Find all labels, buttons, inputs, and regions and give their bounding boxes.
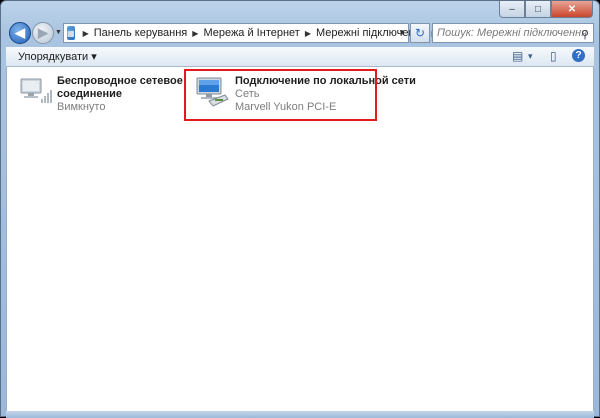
navigation-bar: ◀ ▶ ▼ ▦ ▶ Панель керування ▶ Мережа й Ін…: [7, 21, 595, 47]
organize-button[interactable]: Упорядкувати ▾: [18, 50, 97, 63]
connection-status: Вимкнуто: [57, 101, 106, 113]
refresh-button[interactable]: ↻: [410, 23, 430, 43]
view-options-chevron-down-icon[interactable]: ▾: [528, 51, 533, 62]
preview-pane-icon[interactable]: ▯: [550, 49, 557, 63]
organize-label: Упорядкувати: [18, 51, 89, 63]
recent-pages-dropdown-icon[interactable]: ▼: [55, 29, 62, 36]
explorer-window: – □ ✕ ◀ ▶ ▼ ▦ ▶ Панель керування ▶ Мереж…: [0, 0, 600, 418]
change-view-icon[interactable]: ▤: [512, 49, 523, 63]
selection-highlight-frame: [184, 69, 377, 121]
connection-name: Беспроводное сетевое соединение: [57, 75, 183, 100]
breadcrumb-separator-icon[interactable]: ▶: [192, 29, 198, 38]
search-icon[interactable]: ⚲: [581, 26, 589, 44]
maximize-button[interactable]: □: [525, 1, 551, 18]
search-input[interactable]: Пошук: Мережні підключення ⚲: [432, 23, 594, 43]
control-panel-icon: ▦: [67, 26, 75, 40]
forward-button[interactable]: ▶: [32, 22, 54, 44]
caption-buttons: – □ ✕: [499, 1, 593, 18]
back-button[interactable]: ◀: [9, 22, 31, 44]
close-button[interactable]: ✕: [551, 1, 593, 18]
help-icon[interactable]: ?: [572, 49, 585, 62]
address-dropdown-icon[interactable]: ▼: [398, 28, 406, 37]
breadcrumb-control-panel[interactable]: Панель керування: [94, 27, 188, 39]
wireless-connection-item[interactable]: Беспроводное сетевое соединение Вимкнуто: [19, 73, 189, 117]
address-bar[interactable]: ▦ ▶ Панель керування ▶ Мережа й Інтернет…: [63, 23, 438, 43]
breadcrumb-separator-icon[interactable]: ▶: [305, 29, 311, 38]
search-placeholder: Пошук: Мережні підключення: [437, 27, 588, 39]
organize-chevron-down-icon: ▾: [91, 51, 97, 63]
command-bar: Упорядкувати ▾ ▤ ▾ ▯ ?: [6, 47, 594, 67]
breadcrumb-separator-icon[interactable]: ▶: [83, 29, 89, 38]
minimize-button[interactable]: –: [499, 1, 525, 18]
breadcrumb-network-internet[interactable]: Мережа й Інтернет: [203, 27, 299, 39]
wireless-network-adapter-icon: [20, 78, 52, 103]
